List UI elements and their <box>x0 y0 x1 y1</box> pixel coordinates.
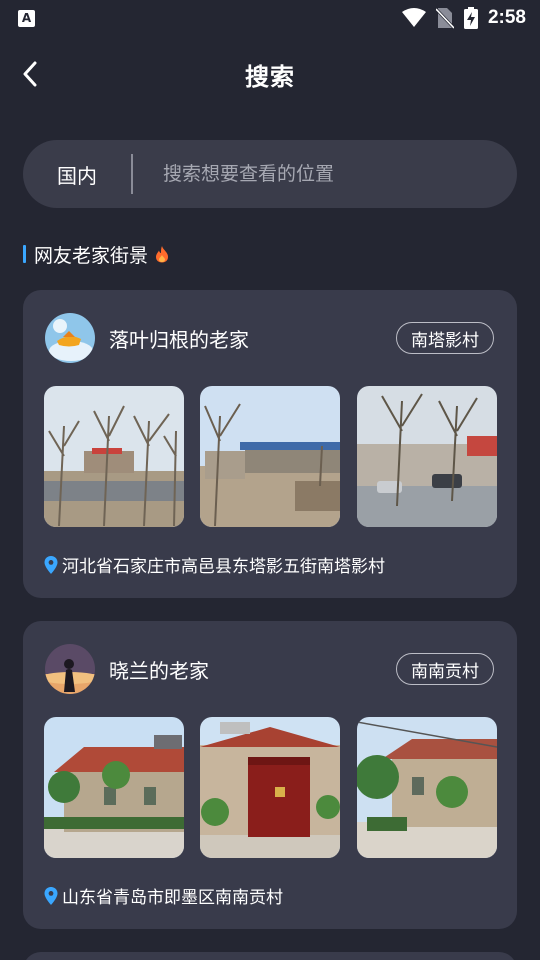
address: 河北省石家庄市高邑县东塔影五街南塔影村 <box>44 552 385 577</box>
search-input[interactable] <box>163 163 517 185</box>
hometown-card-partial[interactable] <box>23 952 517 960</box>
photo-row <box>44 717 497 858</box>
location-pin-icon <box>44 886 58 905</box>
fire-icon <box>156 246 169 263</box>
village-tag[interactable]: 南南贡村 <box>396 653 494 685</box>
hometown-card[interactable]: 落叶归根的老家 南塔影村 河北省石家庄市高邑县东塔影五街南塔影村 <box>23 290 517 598</box>
section-accent-bar <box>23 245 26 263</box>
photo-row <box>44 386 497 527</box>
street-photo[interactable] <box>200 386 340 527</box>
wifi-icon <box>401 8 426 27</box>
hometown-card[interactable]: 晓兰的老家 南南贡村 山东省青岛市即墨区南南贡村 <box>23 621 517 929</box>
status-bar: A 2:58 <box>0 0 540 36</box>
no-sim-icon <box>435 7 454 29</box>
card-title: 晓兰的老家 <box>109 659 209 683</box>
location-pin-icon <box>44 555 58 574</box>
street-photo[interactable] <box>44 386 184 527</box>
battery-charging-icon <box>463 7 478 29</box>
street-photo[interactable] <box>357 717 497 858</box>
street-photo[interactable] <box>200 717 340 858</box>
avatar[interactable] <box>45 644 95 694</box>
address-text: 山东省青岛市即墨区南南贡村 <box>62 888 283 908</box>
page-header: 搜索 <box>0 44 540 104</box>
status-time: 2:58 <box>487 7 526 28</box>
street-photo[interactable] <box>357 386 497 527</box>
address: 山东省青岛市即墨区南南贡村 <box>44 883 283 908</box>
back-button[interactable] <box>10 54 50 94</box>
search-bar: 国内 <box>23 140 517 208</box>
region-selector[interactable]: 国内 <box>23 160 131 189</box>
chevron-left-icon <box>23 61 37 87</box>
card-title: 落叶归根的老家 <box>109 328 249 352</box>
section-title: 网友老家街景 <box>34 244 149 267</box>
address-text: 河北省石家庄市高邑县东塔影五街南塔影村 <box>62 557 385 577</box>
search-divider <box>131 154 133 194</box>
street-photo[interactable] <box>44 717 184 858</box>
avatar[interactable] <box>45 313 95 363</box>
app-notification-icon: A <box>18 9 35 27</box>
section-header: 网友老家街景 <box>23 240 170 268</box>
village-tag[interactable]: 南塔影村 <box>396 322 494 354</box>
page-title: 搜索 <box>245 62 295 91</box>
